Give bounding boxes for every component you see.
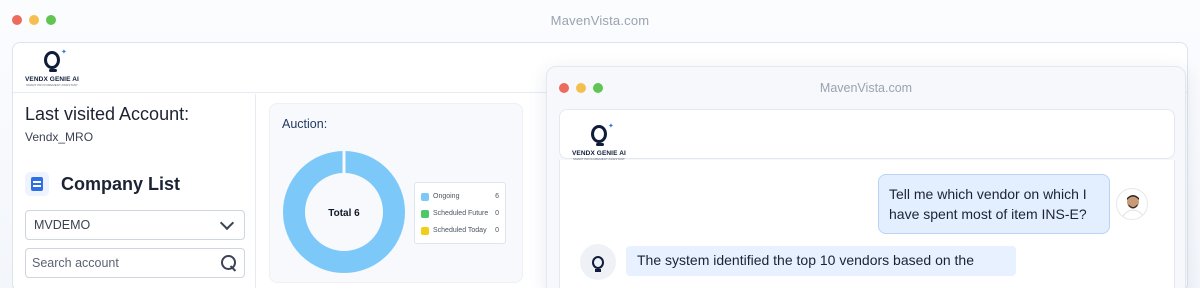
chat-address-bar-url[interactable]: MavenVista.com [547,81,1185,95]
auction-legend: Ongoing 6 Scheduled Future 0 Scheduled T… [414,182,506,244]
legend-item-scheduled-future[interactable]: Scheduled Future 0 [421,205,499,222]
document-list-icon [25,172,49,196]
logo-icon [590,125,607,146]
legend-swatch [421,192,429,201]
legend-value: 0 [495,210,499,217]
chat-brand-logo[interactable]: ✦ VENDX GENIE AI SMART PROCUREMENT ASSIS… [572,123,626,161]
user-message-bubble: Tell me which vendor on which I have spe… [878,174,1110,234]
company-list-header: Company List [25,172,180,196]
company-select-value: MVDEMO [34,218,91,232]
donut-total-label: Total 6 [328,208,360,219]
address-bar-url[interactable]: MavenVista.com [0,13,1200,28]
chat-header: ✦ VENDX GENIE AI SMART PROCUREMENT ASSIS… [559,109,1175,161]
brand-name: VENDX GENIE AI [25,76,79,83]
logo-icon [43,51,60,72]
legend-label: Scheduled Today [433,227,487,234]
bot-avatar [580,244,616,280]
user-avatar[interactable] [1116,188,1148,220]
sparkle-icon: ✦ [608,123,614,130]
company-list-title: Company List [61,173,181,194]
auction-card: Auction: Total 6 Ongoing 6 Scheduled Fut… [269,103,523,283]
last-visited-account[interactable]: Vendx_MRO [25,130,93,144]
brand-logo[interactable]: ✦ VENDX GENIE AI SMART PROCUREMENT ASSIS… [25,49,79,87]
search-icon[interactable] [220,254,238,272]
legend-item-ongoing[interactable]: Ongoing 6 [421,188,499,205]
bot-message-bubble: The system identified the top 10 vendors… [626,246,1016,276]
legend-swatch [421,209,429,218]
legend-label: Ongoing [433,193,460,200]
legend-item-scheduled-today[interactable]: Scheduled Today 0 [421,222,499,239]
sparkle-icon: ✦ [61,49,67,56]
chat-messages: Tell me which vendor on which I have spe… [559,160,1175,288]
auction-donut-chart: Total 6 [283,150,405,273]
account-panel: Last visited Account: Vendx_MRO Company … [13,94,256,288]
brand-tagline: SMART PROCUREMENT ASSISTANT [26,83,78,87]
auction-title: Auction: [282,117,328,131]
last-visited-label: Last visited Account: [25,104,190,124]
search-account-field[interactable] [25,248,245,278]
brand-name: VENDX GENIE AI [572,150,626,157]
chat-window: MavenVista.com ✦ VENDX GENIE AI SMART PR… [546,66,1186,288]
genie-logo-icon [592,255,604,272]
search-account-input[interactable] [32,256,202,270]
legend-label: Scheduled Future [433,210,489,217]
browser-window: MavenVista.com ✦ VENDX GENIE AI SMART PR… [0,0,1200,288]
company-select[interactable]: MVDEMO [25,210,245,240]
person-icon [1121,195,1145,219]
legend-value: 6 [495,193,499,200]
chevron-down-icon [219,215,235,230]
legend-swatch [421,226,429,235]
legend-value: 0 [495,227,499,234]
